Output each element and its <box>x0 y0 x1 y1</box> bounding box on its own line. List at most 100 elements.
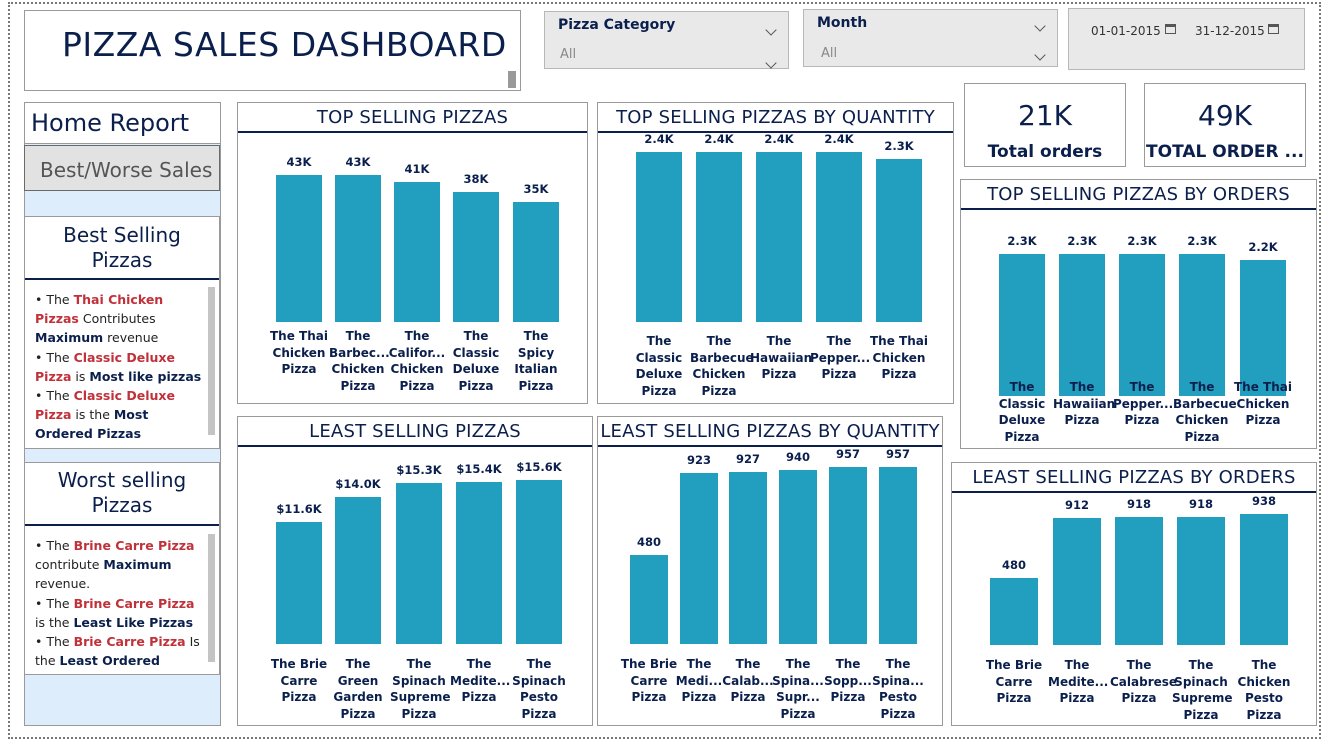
best-worse-sales-label: Best/Worse Sales <box>40 158 213 182</box>
divider <box>961 208 1316 210</box>
scrollbar[interactable] <box>208 287 215 435</box>
chart-bar[interactable] <box>276 522 322 644</box>
bar-data-label: $14.0K <box>335 477 381 491</box>
chart-least-selling-by-quantity: LEAST SELLING PIZZAS BY QUANTITY 480 The … <box>597 416 943 726</box>
plain-text: contribute <box>35 557 104 573</box>
bar-data-label: 938 <box>1251 494 1276 508</box>
emphasis-text: Maximum <box>35 330 104 346</box>
category-label: The Classic Deluxe Pizza <box>635 334 683 398</box>
worst-selling-card: Worst selling Pizzas • The Brine Carre P… <box>24 462 220 675</box>
plain-text: • The <box>35 634 74 650</box>
bar-data-label: 2.4K <box>764 132 794 146</box>
category-label: The Califor... Chicken Pizza <box>388 329 446 393</box>
chart-bar[interactable] <box>876 159 922 322</box>
category-label: The Spinach Pesto Pizza <box>512 657 566 721</box>
bar-data-label: 480 <box>1001 558 1026 572</box>
chart-bar[interactable] <box>990 578 1038 645</box>
plain-text: • The <box>35 349 74 365</box>
kpi-value: 49K <box>1198 99 1252 132</box>
chart-bar[interactable] <box>335 175 381 322</box>
chart-bar[interactable] <box>516 480 562 644</box>
month-slicer[interactable]: Month All <box>803 9 1058 67</box>
worst-selling-title: Worst selling Pizzas <box>57 468 187 517</box>
category-label: The Brie Carre Pizza <box>985 658 1043 705</box>
chart-title: LEAST SELLING PIZZAS BY ORDERS <box>972 467 1296 488</box>
chart-bar[interactable] <box>394 182 440 322</box>
chart-title: TOP SELLING PIZZAS <box>316 107 509 128</box>
chart-bar[interactable] <box>1115 517 1163 645</box>
chart-title: LEAST SELLING PIZZAS <box>309 421 521 442</box>
start-date[interactable]: 01-01-2015 <box>1091 24 1161 38</box>
plain-text: • The <box>35 595 74 611</box>
chart-bar[interactable] <box>513 202 559 322</box>
calendar-icon[interactable] <box>1165 24 1176 34</box>
chevron-down-icon[interactable] <box>1034 20 1046 32</box>
chart-bar[interactable] <box>276 175 322 322</box>
chart-bar[interactable] <box>729 472 767 644</box>
chart-bar[interactable] <box>456 482 502 644</box>
dashboard-title: PIZZA SALES DASHBOARD <box>62 25 507 64</box>
chart-bar[interactable] <box>779 470 817 644</box>
chart-bar[interactable] <box>999 254 1045 396</box>
scrollbar[interactable] <box>508 71 516 88</box>
category-label: The Spinach Supreme Pizza <box>390 657 451 721</box>
category-label: The Spicy Italian Pizza <box>514 329 558 393</box>
divider <box>952 491 1316 493</box>
kpi-label: Total orders <box>987 142 1103 162</box>
emphasis-text: Least Ordered <box>59 653 160 669</box>
chart-bar[interactable] <box>453 192 499 322</box>
bar-data-label: $11.6K <box>276 502 322 516</box>
chart-bar[interactable] <box>1059 254 1105 396</box>
chart-bar[interactable] <box>696 152 742 322</box>
emphasis-text: Maximum <box>103 557 172 573</box>
divider <box>25 524 219 526</box>
bar-data-label: 43K <box>345 155 371 169</box>
slicer-value: All <box>821 46 838 61</box>
end-date[interactable]: 31-12-2015 <box>1195 24 1265 38</box>
chart-bar[interactable] <box>756 152 802 322</box>
home-report-label: Home Report <box>31 109 190 137</box>
chart-bar[interactable] <box>1177 517 1225 645</box>
chart-bar[interactable] <box>630 555 668 644</box>
chart-bar[interactable] <box>816 152 862 322</box>
chart-bar[interactable] <box>829 467 867 644</box>
scrollbar[interactable] <box>208 534 215 662</box>
chart-title: TOP SELLING PIZZAS BY ORDERS <box>987 184 1290 205</box>
chart-bar[interactable] <box>636 152 682 322</box>
pizza-name: Brine Carre Pizza <box>73 595 195 611</box>
chart-bar[interactable] <box>1179 254 1225 396</box>
bar-data-label: 38K <box>463 172 489 186</box>
pizza-name: Brine Carre Pizza <box>73 538 195 553</box>
plain-text: • The <box>35 388 74 404</box>
title-card: PIZZA SALES DASHBOARD <box>24 10 521 91</box>
date-range-slicer[interactable]: 01-01-2015 31-12-2015 <box>1068 8 1305 70</box>
category-label: The Green Garden Pizza <box>333 657 383 721</box>
divider <box>238 131 587 133</box>
category-label: The Classic Deluxe Pizza <box>998 380 1046 444</box>
calendar-icon[interactable] <box>1268 24 1279 34</box>
pizza-name: Brie Carre Pizza <box>73 634 186 650</box>
best-worse-sales-button[interactable]: Best/Worse Sales <box>24 145 220 191</box>
chart-bar[interactable] <box>1240 514 1288 645</box>
chevron-down-icon[interactable] <box>765 24 777 36</box>
chevron-down-icon[interactable] <box>765 57 777 69</box>
chevron-down-icon[interactable] <box>1034 49 1046 61</box>
chart-bar[interactable] <box>396 483 442 644</box>
best-selling-title: Best Selling Pizzas <box>63 223 181 272</box>
emphasis-text: Most like pizzas <box>89 368 202 384</box>
chart-bar[interactable] <box>879 467 917 644</box>
chart-bar[interactable] <box>335 497 381 644</box>
chart-least-selling-pizzas: LEAST SELLING PIZZAS $11.6K The Brie Carr… <box>237 416 593 726</box>
bar-data-label: 41K <box>404 162 430 176</box>
bar-data-label: 2.3K <box>1067 234 1097 248</box>
pizza-category-slicer[interactable]: Pizza Category All <box>544 11 789 69</box>
chart-bar[interactable] <box>1119 254 1165 396</box>
divider <box>238 445 592 447</box>
chart-least-selling-by-orders: LEAST SELLING PIZZAS BY ORDERS 480 The Br… <box>951 462 1317 726</box>
home-report-button[interactable]: Home Report <box>24 102 221 144</box>
category-label: The Chicken Pesto Pizza <box>1237 658 1291 722</box>
divider <box>25 278 219 280</box>
chart-bar[interactable] <box>680 473 718 644</box>
chart-bar[interactable] <box>1053 518 1101 645</box>
chart-bar[interactable] <box>1240 260 1286 396</box>
